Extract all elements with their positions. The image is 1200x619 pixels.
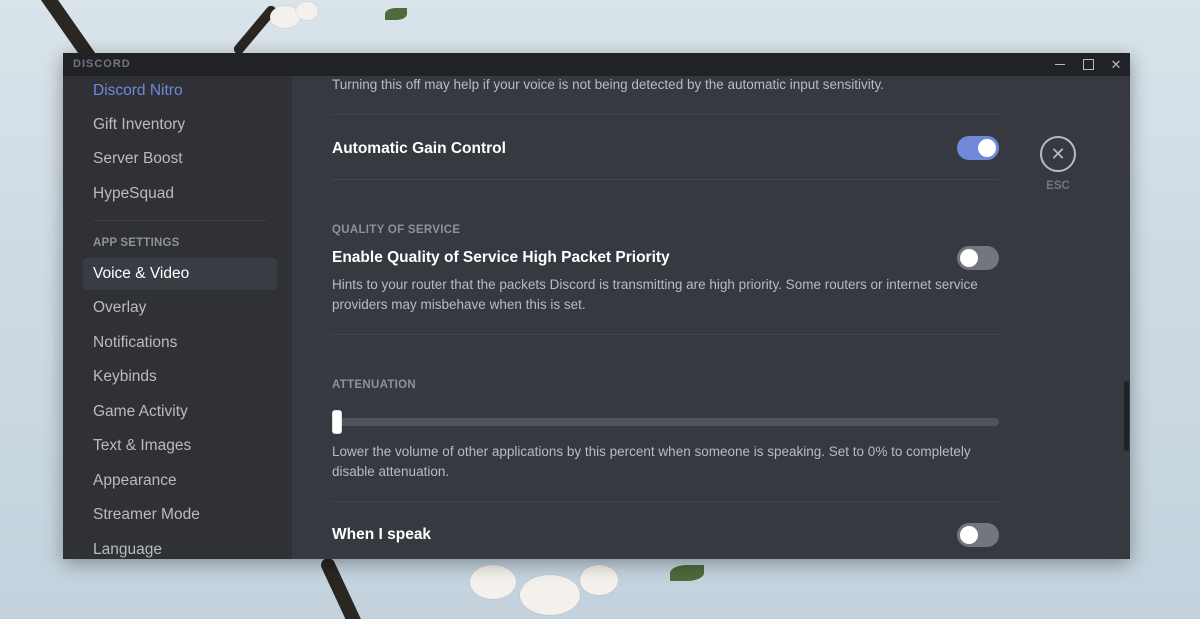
leaf-decoration [670, 565, 704, 581]
sidebar-item-language[interactable]: Language [83, 534, 277, 559]
content-scrollbar[interactable] [1124, 381, 1129, 451]
close-icon: ✕ [1050, 144, 1066, 164]
attenuation-description: Lower the volume of other applications b… [332, 444, 971, 479]
blossom-decoration [470, 565, 516, 599]
minimize-button[interactable] [1046, 53, 1074, 76]
blossom-decoration [296, 2, 318, 20]
leaf-decoration [385, 8, 407, 20]
sidebar-item-discord-nitro[interactable]: Discord Nitro [83, 75, 277, 107]
qos-title: Enable Quality of Service High Packet Pr… [332, 249, 670, 266]
sidebar-item-voice-video[interactable]: Voice & Video [83, 258, 277, 290]
agc-toggle[interactable] [957, 136, 999, 160]
sidebar-item-appearance[interactable]: Appearance [83, 465, 277, 497]
divider [332, 501, 999, 502]
sidebar-item-text-images[interactable]: Text & Images [83, 430, 277, 462]
toggle-knob [960, 249, 978, 267]
close-settings-button[interactable]: ✕ [1040, 136, 1076, 172]
settings-sidebar: Discord Nitro Gift Inventory Server Boos… [63, 76, 292, 559]
sidebar-divider [93, 220, 267, 221]
sidebar-item-notifications[interactable]: Notifications [83, 327, 277, 359]
maximize-icon [1083, 59, 1094, 70]
attenuation-slider-handle[interactable] [332, 410, 342, 434]
branch-decoration [318, 555, 366, 619]
sidebar-item-overlay[interactable]: Overlay [83, 292, 277, 324]
sidebar-item-streamer-mode[interactable]: Streamer Mode [83, 499, 277, 531]
when-i-speak-title: When I speak [332, 526, 432, 543]
sidebar-item-hypesquad[interactable]: HypeSquad [83, 178, 277, 210]
qos-toggle[interactable] [957, 246, 999, 270]
app-title: DISCORD [73, 58, 131, 70]
attenuation-slider-track[interactable] [332, 418, 999, 426]
discord-window: DISCORD ✕ Discord Nitro Gift Inventory S… [63, 53, 1130, 559]
minimize-icon [1055, 64, 1065, 65]
toggle-knob [960, 526, 978, 544]
qos-section-header: QUALITY OF SERVICE [332, 224, 461, 236]
noise-suppression-description: Turning this off may help if your voice … [332, 77, 885, 92]
divider [332, 114, 999, 115]
close-icon: ✕ [1110, 57, 1122, 72]
blossom-decoration [580, 565, 618, 595]
qos-description: Hints to your router that the packets Di… [332, 277, 978, 312]
sidebar-item-keybinds[interactable]: Keybinds [83, 361, 277, 393]
agc-title: Automatic Gain Control [332, 140, 506, 157]
divider [332, 334, 999, 335]
esc-close-control: ✕ ESC [1040, 136, 1076, 192]
sidebar-item-server-boost[interactable]: Server Boost [83, 143, 277, 175]
when-i-speak-toggle[interactable] [957, 523, 999, 547]
sidebar-item-gift-inventory[interactable]: Gift Inventory [83, 109, 277, 141]
toggle-knob [978, 139, 996, 157]
settings-content: Turning this off may help if your voice … [292, 76, 1130, 559]
attenuation-section-header: ATTENUATION [332, 379, 417, 391]
title-bar[interactable]: DISCORD ✕ [63, 53, 1130, 76]
blossom-decoration [520, 575, 580, 615]
divider [332, 179, 999, 180]
sidebar-item-game-activity[interactable]: Game Activity [83, 396, 277, 428]
maximize-button[interactable] [1074, 53, 1102, 76]
esc-label: ESC [1046, 180, 1070, 192]
window-close-button[interactable]: ✕ [1102, 53, 1130, 76]
sidebar-header-app-settings: APP SETTINGS [93, 237, 180, 249]
